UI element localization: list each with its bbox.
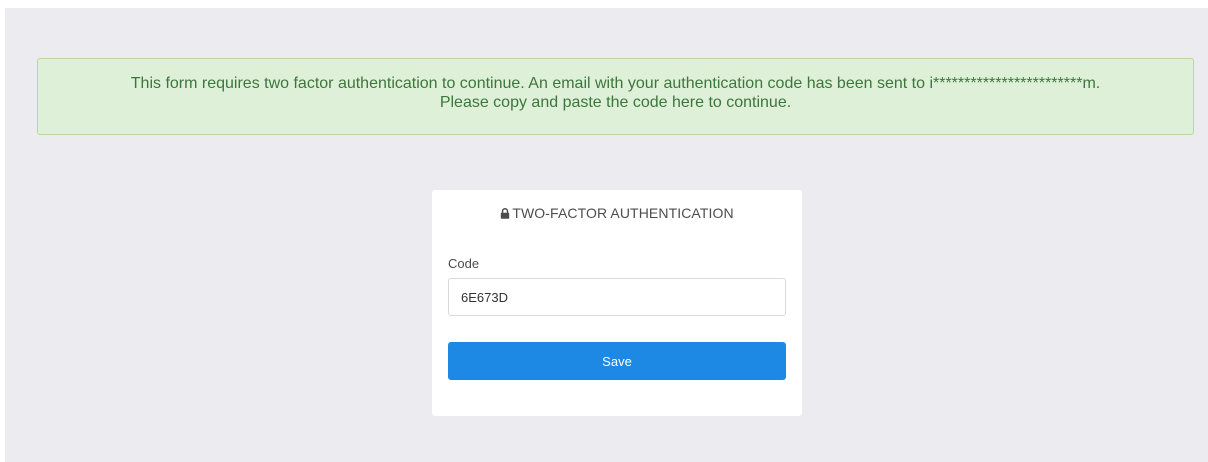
save-button[interactable]: Save [448,342,786,380]
two-factor-card: TWO-FACTOR AUTHENTICATION Code Save [432,190,802,416]
card-title-text: TWO-FACTOR AUTHENTICATION [512,205,734,221]
alert-message-line-2: Please copy and paste the code here to c… [439,94,792,111]
card-title: TWO-FACTOR AUTHENTICATION [432,205,802,221]
lock-icon [501,208,510,219]
alert-message-line-1: This form requires two factor authentica… [130,75,1101,92]
code-input[interactable] [448,278,786,316]
two-factor-alert: This form requires two factor authentica… [37,58,1194,135]
code-label: Code [448,256,480,271]
